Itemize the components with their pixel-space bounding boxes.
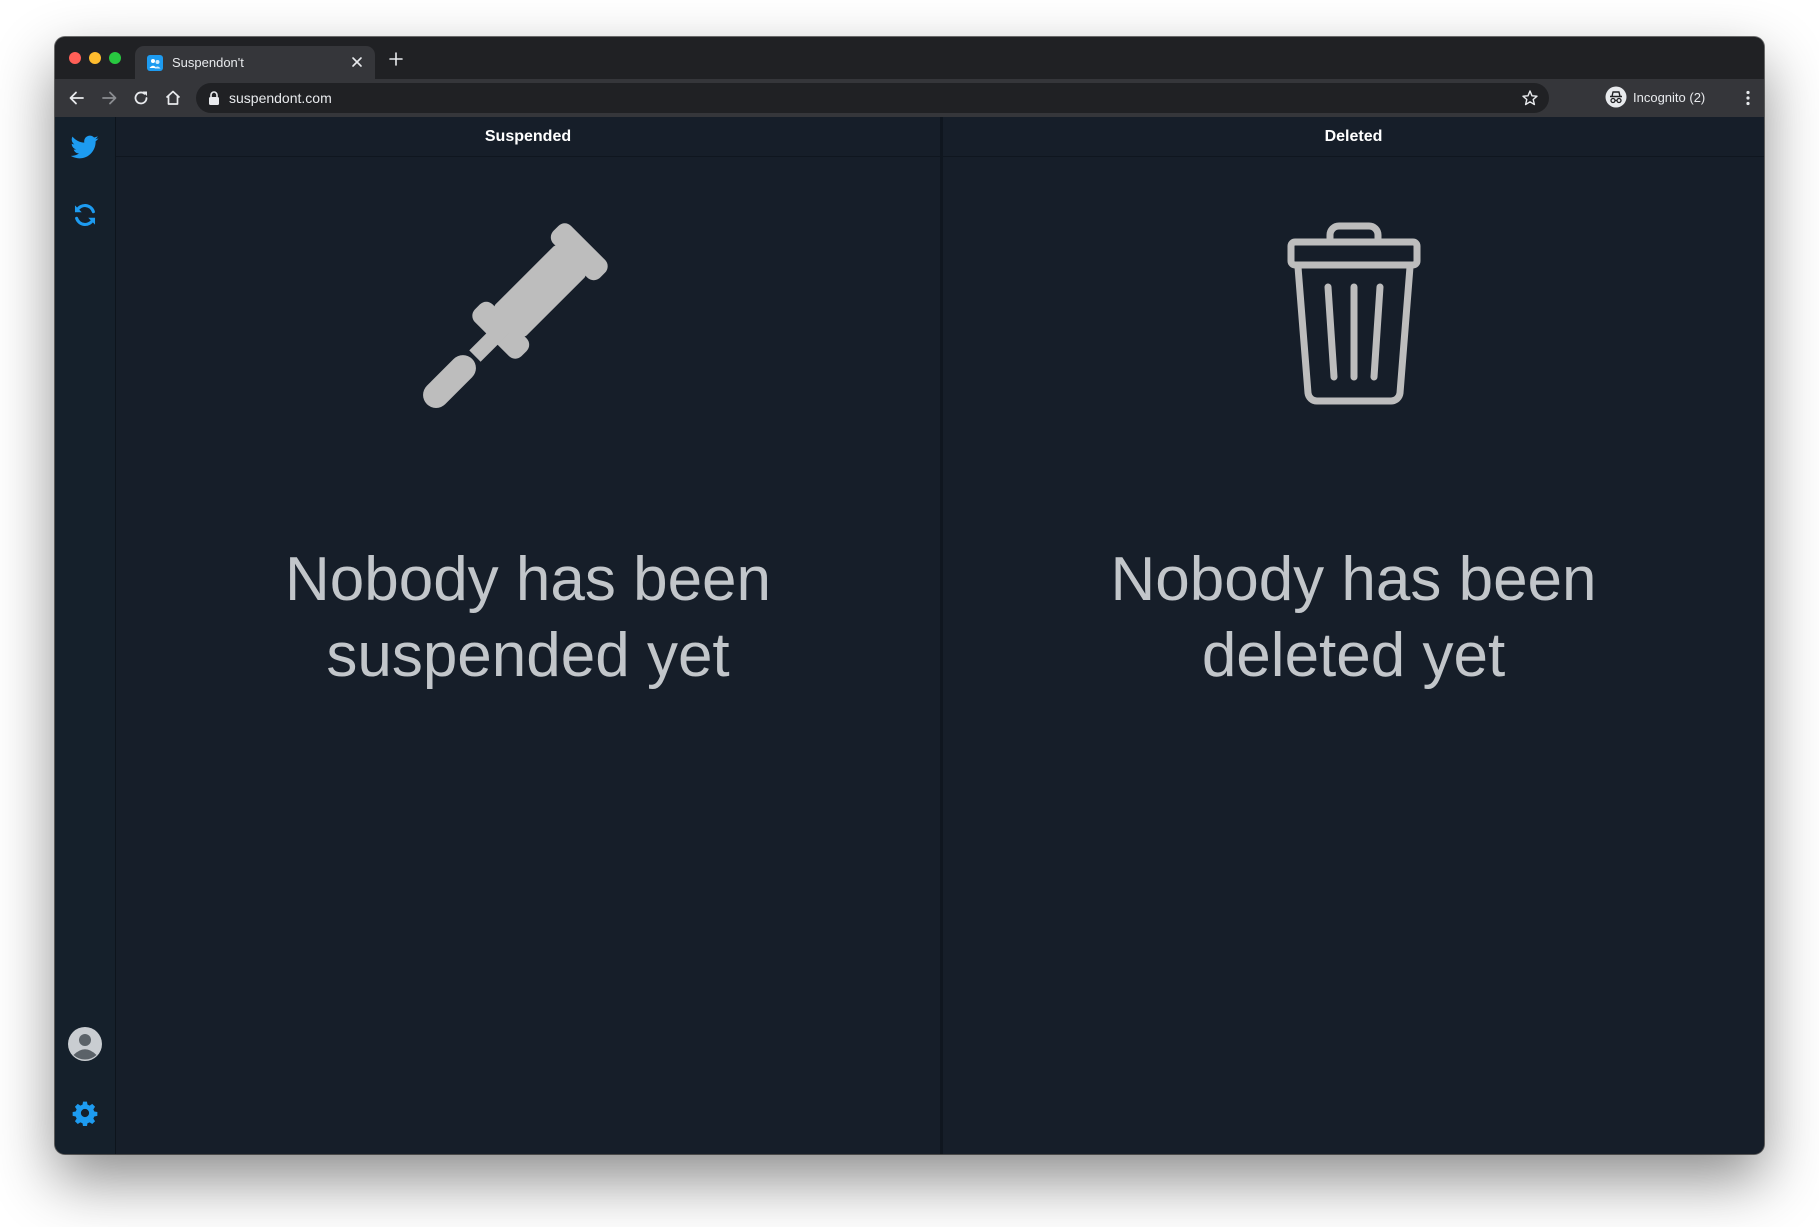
- browser-toolbar: suspendont.com Incognito (2): [55, 79, 1764, 117]
- deleted-empty-line1: Nobody has been: [1110, 545, 1597, 614]
- incognito-icon: [1605, 86, 1627, 108]
- avatar[interactable]: [68, 1027, 102, 1061]
- gavel-icon: [423, 223, 608, 408]
- settings-gear-icon[interactable]: [72, 1100, 98, 1126]
- app-sidebar: [55, 117, 116, 1154]
- incognito-label: Incognito (2): [1633, 90, 1706, 105]
- deleted-column: Deleted Nobody has been deleted yet: [940, 117, 1764, 1154]
- twitter-icon[interactable]: [71, 133, 99, 161]
- deleted-column-header: Deleted: [943, 117, 1764, 157]
- deleted-empty-message: Nobody has been deleted yet: [943, 542, 1764, 694]
- close-window-button[interactable]: [69, 52, 81, 64]
- suspended-empty-message: Nobody has been suspended yet: [116, 542, 940, 694]
- suspended-column-header: Suspended: [116, 117, 940, 157]
- refresh-icon[interactable]: [71, 201, 99, 229]
- star-icon[interactable]: [1521, 89, 1539, 107]
- maximize-window-button[interactable]: [109, 52, 121, 64]
- deleted-empty-line2: deleted yet: [1201, 621, 1506, 690]
- tab-title: Suspendon't: [172, 55, 244, 70]
- address-bar[interactable]: suspendont.com: [196, 83, 1549, 113]
- forward-icon[interactable]: [99, 88, 119, 108]
- browser-tab[interactable]: Suspendon't: [135, 46, 375, 79]
- suspended-column: Suspended Nobody has been suspended yet: [116, 117, 940, 1154]
- minimize-window-button[interactable]: [89, 52, 101, 64]
- reload-icon[interactable]: [131, 88, 151, 108]
- back-icon[interactable]: [67, 88, 87, 108]
- trash-icon: [1287, 222, 1420, 405]
- kebab-menu-icon[interactable]: [1738, 88, 1758, 108]
- columns-area: Suspended Nobody has been suspended yet …: [116, 117, 1764, 1154]
- favicon-icon: [147, 55, 163, 71]
- close-icon[interactable]: [349, 54, 365, 70]
- tab-strip: Suspendon't: [55, 37, 1764, 79]
- home-icon[interactable]: [163, 88, 183, 108]
- plus-icon[interactable]: [388, 51, 404, 67]
- suspended-empty-line1: Nobody has been: [284, 545, 772, 614]
- lock-icon[interactable]: [208, 91, 220, 105]
- suspended-empty-line2: suspended yet: [326, 621, 730, 690]
- incognito-profile-button[interactable]: Incognito (2): [1599, 82, 1724, 112]
- url-text: suspendont.com: [229, 90, 332, 106]
- browser-window: Suspendon't suspendont.com Incognito (2)…: [55, 37, 1764, 1154]
